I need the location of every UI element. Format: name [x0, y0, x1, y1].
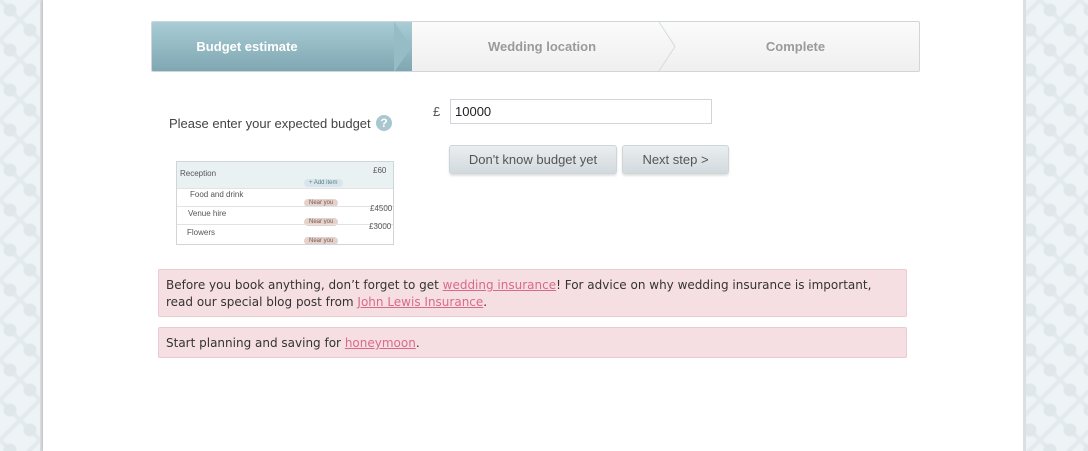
- preview-header: Reception £60 + Add item: [177, 162, 393, 188]
- preview-row-label: Flowers: [187, 228, 216, 237]
- step-budget-estimate: Budget estimate: [152, 22, 412, 71]
- preview-row-label: Venue hire: [188, 209, 227, 218]
- preview-row: Venue hire £4500 Near you: [177, 204, 393, 226]
- budget-input[interactable]: [450, 99, 712, 124]
- honeymoon-notice: Start planning and saving for honeymoon.: [158, 327, 907, 358]
- progress-steps: Budget estimate Wedding location Complet…: [151, 21, 920, 72]
- preview-row-amount: £4500: [370, 204, 393, 213]
- honeymoon-link[interactable]: honeymoon: [345, 336, 416, 350]
- notice-text: Before you book anything, don’t forget t…: [166, 278, 443, 292]
- preview-row: Food and drink Near you: [177, 188, 393, 207]
- notice-text: .: [415, 336, 420, 350]
- wedding-insurance-link[interactable]: wedding insurance: [443, 278, 556, 292]
- page-border-right: [1023, 0, 1026, 451]
- john-lewis-insurance-link[interactable]: John Lewis Insurance: [357, 295, 483, 309]
- preview-row-pill: Near you: [304, 237, 339, 244]
- preview-header-amount: £60: [373, 166, 387, 175]
- step-label: Budget estimate: [196, 39, 298, 54]
- dont-know-budget-button[interactable]: Don't know budget yet: [449, 145, 617, 174]
- step-complete: Complete: [672, 22, 919, 71]
- step-label: Wedding location: [487, 39, 597, 54]
- notice-text: .: [483, 295, 488, 309]
- insurance-notice: Before you book anything, don’t forget t…: [158, 269, 907, 317]
- step-label: Complete: [765, 39, 826, 54]
- currency-symbol: £: [433, 104, 441, 119]
- next-step-button[interactable]: Next step >: [622, 145, 729, 174]
- notice-text: Start planning and saving for: [166, 336, 345, 350]
- preview-row-amount: £3000: [369, 222, 392, 231]
- active-step-arrow: [394, 22, 412, 71]
- preview-add-item: + Add item: [304, 179, 343, 187]
- preview-row-label: Food and drink: [190, 190, 244, 199]
- budget-label: Please enter your expected budget: [169, 116, 371, 131]
- preview-header-label: Reception: [180, 169, 217, 178]
- preview-row: Flowers £3000 Near you: [177, 222, 393, 244]
- question-mark-icon[interactable]: ?: [376, 115, 392, 131]
- budget-preview-image: Reception £60 + Add item Food and drink …: [176, 161, 394, 245]
- step-wedding-location: Wedding location: [422, 22, 662, 71]
